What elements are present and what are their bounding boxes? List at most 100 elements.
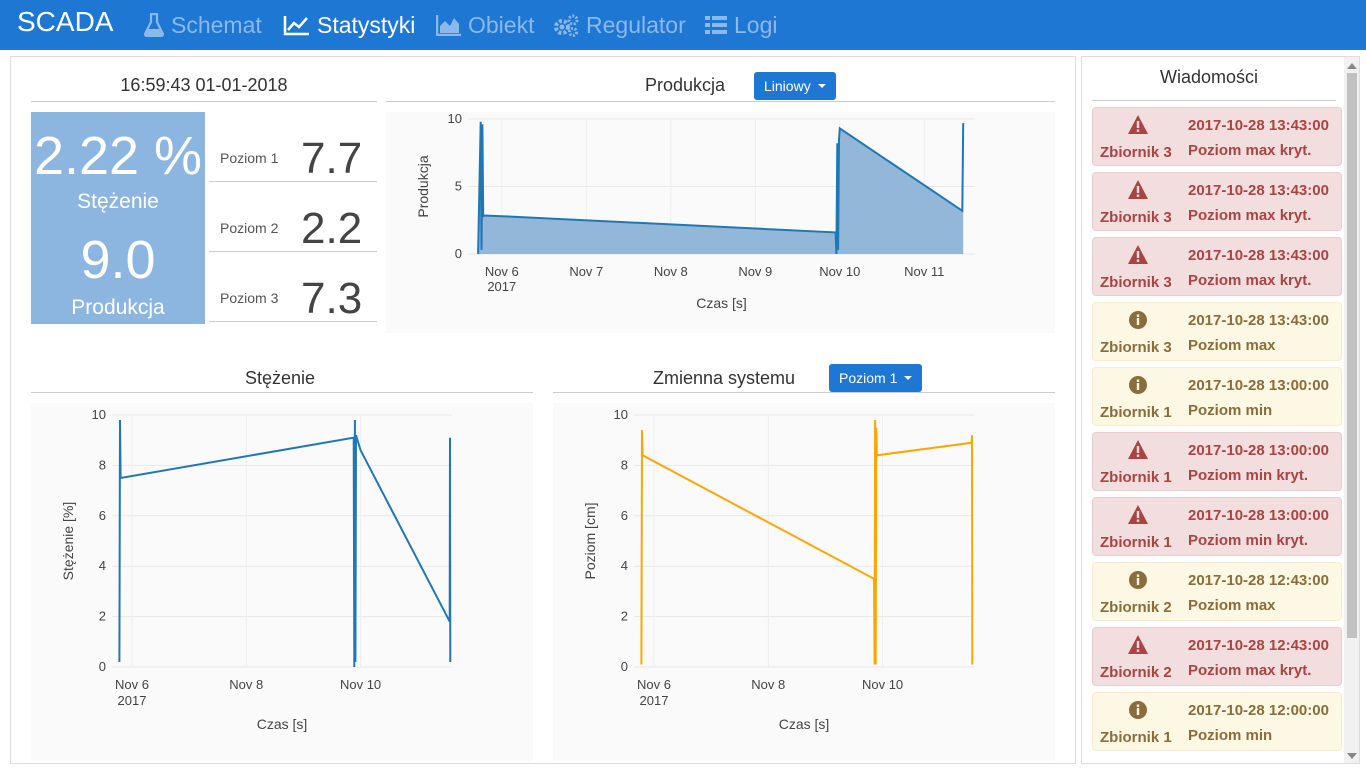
message-text: Poziom max kryt. [1188,207,1312,224]
level-value: 7.7 [301,134,363,183]
concentration-label: Stężenie [77,190,159,213]
info-icon [1129,701,1147,719]
x-tick-year-label: 2017 [640,693,669,708]
message-text: Poziom min [1188,727,1273,744]
warning-icon [1128,635,1148,654]
message-source: Zbiornik 1 [1100,729,1172,746]
y-tick-label: 8 [621,457,628,472]
x-axis-label: Czas [s] [779,716,830,732]
message-item[interactable]: Zbiornik 1 2017-10-28 13:00:00 Poziom min … [1092,432,1342,491]
x-tick-label: Nov 8 [229,677,263,692]
message-item[interactable]: Zbiornik 2 2017-10-28 12:43:00 Poziom max [1092,562,1342,621]
chart-area-stezenie: 0 2 4 6 8 10 Nov 6 2017 Nov 8 Nov 10 Czas [s] Stęże… [31,403,533,761]
nav-item-regulator[interactable]: Regulator [552,11,686,39]
message-timestamp: 2017-10-28 13:00:00 [1188,442,1329,459]
divider [31,392,533,393]
message-item[interactable]: Zbiornik 3 2017-10-28 13:43:00 Poziom max … [1092,172,1342,231]
nav-label-schemat: Schemat [171,11,262,38]
x-tick-label: Nov 6 [637,677,671,692]
message-timestamp: 2017-10-28 13:00:00 [1188,377,1329,394]
scroll-up-arrow-icon[interactable] [1347,63,1357,69]
y-tick-label: 0 [621,659,628,674]
divider [386,101,1055,102]
y-tick-label: 0 [99,659,106,674]
warning-icon [1128,115,1148,134]
nav-label-logi: Logi [734,11,778,38]
y-tick-label: 0 [455,246,462,261]
nav-label-statystyki: Statystyki [317,11,416,38]
divider [553,392,1055,393]
message-timestamp: 2017-10-28 13:43:00 [1188,312,1329,329]
message-item[interactable]: Zbiornik 2 2017-10-28 12:43:00 Poziom max … [1092,627,1342,686]
series-line [118,419,452,668]
x-tick-label: Nov 6 [485,264,519,279]
scrollbar-thumb[interactable] [1347,73,1357,638]
x-tick-label: Nov 7 [569,264,603,279]
x-tick-label: Nov 11 [904,264,944,279]
brand-logo[interactable]: SCADA [17,6,113,38]
message-source: Zbiornik 3 [1100,339,1172,356]
level-value: 7.3 [301,274,363,323]
message-text: Poziom min kryt. [1188,467,1309,484]
message-item[interactable]: Zbiornik 1 2017-10-28 13:00:00 Poziom min … [1092,497,1342,556]
nav-item-logi[interactable]: Logi [704,11,777,39]
warning-icon [1128,505,1148,524]
message-item[interactable]: Zbiornik 1 2017-10-28 13:00:00 Poziom min [1092,367,1342,426]
nav-item-obiekt[interactable]: Obiekt [436,11,534,39]
x-tick-label: Nov 6 [115,677,149,692]
message-timestamp: 2017-10-28 12:43:00 [1188,637,1329,654]
chart-type-dropdown[interactable]: Liniowy [754,72,836,100]
y-tick-label: 10 [614,407,628,422]
message-source: Zbiornik 2 [1100,664,1172,681]
production-label: Produkcja [71,296,165,319]
level-value: 2.2 [301,204,363,253]
y-tick-label: 6 [99,508,106,523]
chart-produkcja[interactable]: 0 5 10 Nov 62017 Nov 7 Nov 8 Nov 9 Nov 10 Nov 11… [386,111,1055,333]
message-text: Poziom max kryt. [1188,272,1312,289]
message-source: Zbiornik 3 [1100,274,1172,291]
message-text: Poziom min kryt. [1188,532,1309,549]
message-source: Zbiornik 3 [1100,144,1172,161]
message-timestamp: 2017-10-28 13:43:00 [1188,182,1329,199]
messages-panel: Wiadomości Zbiornik 3 2017-10-28 13:43:00… [1081,56,1360,764]
message-text: Poziom max kryt. [1188,662,1312,679]
nav-label-regulator: Regulator [586,11,686,38]
y-tick-label: 4 [99,558,106,573]
chart-title-produkcja: Produkcja [645,75,726,95]
info-icon [1129,311,1147,329]
nav-item-schemat[interactable]: Schemat [143,11,262,39]
list-icon [705,16,727,34]
x-tick-label: Nov 8 [654,264,688,279]
message-source: Zbiornik 1 [1100,469,1172,486]
message-timestamp: 2017-10-28 12:00:00 [1188,702,1329,719]
y-tick-label: 10 [448,112,462,126]
level-row-2: Poziom 2 2.2 [209,182,377,253]
variable-dropdown-label: Poziom 1 [839,370,898,386]
message-source: Zbiornik 2 [1100,599,1172,616]
message-source: Zbiornik 3 [1100,209,1172,226]
message-item[interactable]: Zbiornik 3 2017-10-28 13:43:00 Poziom max … [1092,237,1342,296]
series-area [478,121,964,254]
message-item[interactable]: Zbiornik 3 2017-10-28 13:43:00 Poziom max [1092,302,1342,361]
chart-stezenie[interactable]: 0 2 4 6 8 10 Nov 62017 Nov 8 Nov 10 Czas [s] Stęże… [31,403,533,761]
variable-dropdown[interactable]: Poziom 1 [829,364,923,392]
messages-title: Wiadomości [1159,67,1259,87]
message-text: Poziom max [1188,597,1276,614]
info-icon [1129,571,1147,589]
production-value: 9.0 [80,230,156,290]
message-item[interactable]: Zbiornik 1 2017-10-28 12:00:00 Poziom min [1092,692,1342,751]
x-axis-label: Czas [s] [257,716,308,732]
chart-type-dropdown-label: Liniowy [764,78,811,94]
nav-item-statystyki[interactable]: Statystyki [283,11,415,39]
chart-zmienna[interactable]: 0 2 4 6 8 10 Nov 62017 Nov 8 Nov 10 Czas [s] Pozio… [553,403,1055,761]
y-tick-label: 4 [621,558,628,573]
info-icon [1129,376,1147,394]
scrollbar[interactable] [1344,57,1359,763]
y-axis-label: Stężenie [%] [60,502,76,581]
messages-list: Zbiornik 3 2017-10-28 13:43:00 Poziom max … [1092,107,1342,757]
concentration-value: 2.22 % [33,126,203,186]
scroll-down-arrow-icon[interactable] [1347,753,1357,759]
message-item[interactable]: Zbiornik 3 2017-10-28 13:43:00 Poziom max … [1092,107,1342,166]
message-source: Zbiornik 1 [1100,404,1172,421]
y-axis-label: Poziom [cm] [582,502,598,579]
